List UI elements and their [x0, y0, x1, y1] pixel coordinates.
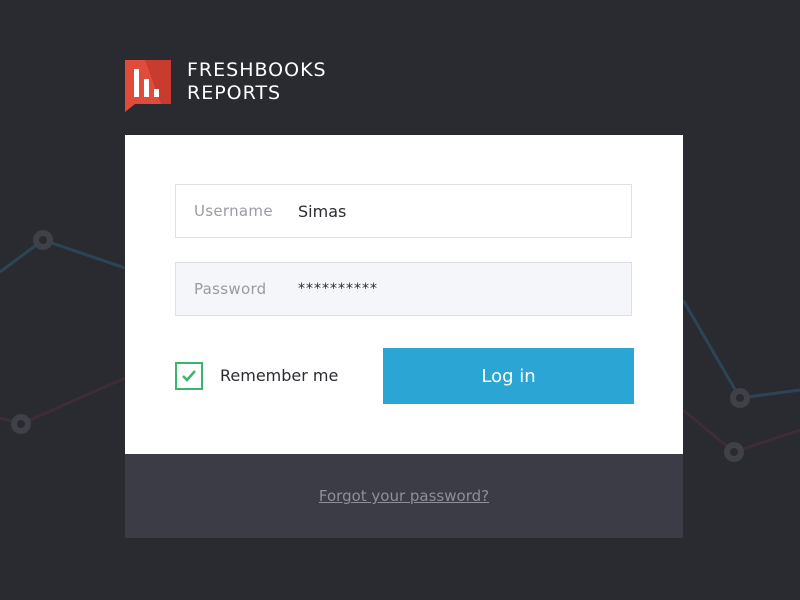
password-input[interactable] [298, 263, 618, 315]
remember-me-checkbox[interactable] [175, 362, 203, 390]
bar-chart-flag-icon [125, 60, 171, 112]
brand-line-2: REPORTS [187, 82, 282, 104]
card-footer: Forgot your password? [125, 454, 683, 538]
checkmark-icon [182, 370, 196, 382]
remember-me-label: Remember me [220, 366, 339, 385]
password-field[interactable]: Password [175, 262, 632, 316]
brand-line-1: FRESHBOOKS [187, 59, 327, 81]
username-label: Username [194, 202, 273, 220]
login-card: Username Password Remember me Log in [125, 135, 683, 454]
username-field[interactable]: Username [175, 184, 632, 238]
password-label: Password [194, 280, 267, 298]
brand-name: FRESHBOOKS REPORTS [187, 59, 327, 105]
forgot-password-link[interactable]: Forgot your password? [319, 487, 489, 505]
username-input[interactable] [298, 185, 618, 237]
login-button[interactable]: Log in [383, 348, 634, 404]
